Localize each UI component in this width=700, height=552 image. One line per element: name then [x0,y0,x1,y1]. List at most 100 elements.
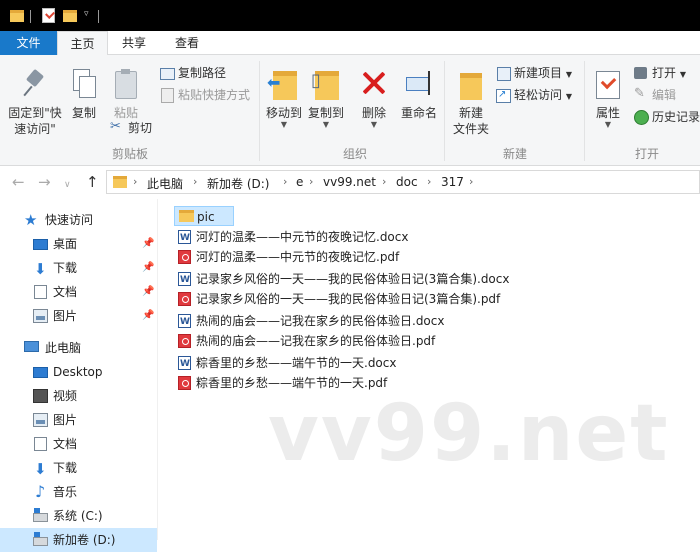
forward-arrow-icon[interactable]: → [38,174,51,190]
sidebar-item-downloads[interactable]: 下载 📌 [0,256,157,281]
file-item-folder[interactable]: pic [174,206,234,226]
copy-button[interactable]: 复制 [68,69,100,121]
breadcrumb-item[interactable]: 317 [441,175,464,189]
properties-button[interactable]: 属性 ▼ [590,69,626,129]
chevron-down-icon: ▼ [370,120,378,129]
breadcrumb-item[interactable]: 新加卷 (D:) [207,175,269,192]
pdf-icon [178,250,191,264]
move-to-button[interactable]: 移动到 ▼ [264,69,304,129]
paste-shortcut-button[interactable]: 粘贴快捷方式 [160,86,250,104]
tab-file[interactable]: 文件 [0,31,57,55]
easy-access-button[interactable]: 轻松访问 ▼ [496,86,572,104]
sidebar-item-quick-access[interactable]: 快速访问 [0,208,157,232]
new-folder-button[interactable]: 新建 文件夹 [450,69,492,137]
rename-icon [404,69,434,99]
breadcrumb-separator[interactable]: › [193,175,197,188]
pin-to-quick-access-button[interactable]: 固定到"快 速访问" [4,69,66,137]
copy-path-icon [160,66,175,80]
word-document-icon [178,312,191,332]
delete-button[interactable]: 删除 ▼ [358,69,390,129]
copy-icon [72,69,96,99]
folder-icon[interactable] [10,10,24,22]
file-name: 河灯的温柔——中元节的夜晚记忆.pdf [196,250,400,264]
edit-button[interactable]: 编辑 [634,85,677,104]
chevron-down-icon: ▼ [679,70,686,79]
navigation-bar: ← → ∨ ↑ › 此电脑 › 新加卷 (D:) › e › vv99.net … [0,166,700,199]
sidebar-item-documents-pc[interactable]: 文档 [0,432,157,456]
sidebar-item-downloads-pc[interactable]: 下载 [0,456,157,481]
pdf-icon [178,376,191,390]
address-bar[interactable]: › 此电脑 › 新加卷 (D:) › e › vv99.net › doc › … [106,170,700,194]
pin-label-1: 固定到"快 [8,106,62,120]
recent-chevron-icon[interactable]: ∨ [64,177,71,193]
breadcrumb-separator[interactable]: › [283,175,287,188]
history-label: 历史记录 [652,110,700,124]
rename-button[interactable]: 重命名 [398,69,440,121]
breadcrumb-item[interactable]: e [296,175,303,189]
edit-label: 编辑 [652,88,677,102]
breadcrumb-item[interactable]: 此电脑 [147,175,183,192]
pin-icon[interactable]: 📌 [142,304,154,328]
sidebar-item-videos[interactable]: 视频 [0,384,157,408]
new-folder-quick-icon[interactable] [63,10,77,22]
breadcrumb-item[interactable]: vv99.net [323,175,376,189]
sidebar-item-pictures-pc[interactable]: 图片 [0,408,157,432]
up-arrow-icon[interactable]: ↑ [86,174,99,190]
breadcrumb-separator[interactable]: › [427,175,431,188]
pin-icon[interactable]: 📌 [142,280,154,304]
sidebar-item-label: 下载 [53,261,78,275]
tab-share[interactable]: 共享 [112,31,156,55]
copy-to-button[interactable]: 复制到 ▼ [306,69,346,129]
chevron-down-icon[interactable]: ▿ [84,9,89,25]
pin-icon [22,69,48,99]
file-name: pic [197,210,215,224]
sidebar-item-music[interactable]: 音乐 [0,480,157,504]
paste-shortcut-icon [160,88,174,103]
cut-button[interactable]: 剪切 [110,118,152,137]
copy-path-button[interactable]: 复制路径 [160,64,226,82]
pin-icon[interactable]: 📌 [142,232,154,256]
sidebar-item-label: 音乐 [53,485,78,499]
history-icon [634,110,649,125]
paste-button[interactable]: 粘贴 [108,69,144,121]
toolbar-separator [98,10,99,23]
new-item-label: 新建项目 [514,66,563,80]
pdf-icon [178,334,191,348]
group-separator [584,61,585,161]
open-icon [634,66,648,80]
open-button[interactable]: 打开 ▼ [634,64,686,82]
sidebar-item-documents[interactable]: 文档 📌 [0,280,157,304]
properties-quick-icon[interactable] [42,8,55,23]
breadcrumb-separator[interactable]: › [382,175,386,188]
new-item-button[interactable]: 新建项目 ▼ [496,64,572,82]
music-icon [33,480,48,504]
breadcrumb-item[interactable]: doc [396,175,418,189]
copy-label: 复制 [71,106,96,120]
history-button[interactable]: 历史记录 [634,108,700,126]
pin-icon[interactable]: 📌 [142,256,154,280]
sidebar-item-label: 图片 [53,309,78,323]
sidebar-item-drive-d[interactable]: 新加卷 (D:) [0,528,157,552]
rename-label: 重命名 [400,106,437,120]
file-list: pic 河灯的温柔——中元节的夜晚记忆.docx 河灯的温柔——中元节的夜晚记忆… [158,199,700,540]
sidebar-item-drive-c[interactable]: 系统 (C:) [0,504,157,528]
sidebar-item-pictures[interactable]: 图片 📌 [0,304,157,328]
file-name: 粽香里的乡愁——端午节的一天.docx [196,356,397,370]
group-label-new: 新建 [502,147,527,161]
file-name: 记录家乡风俗的一天——我的民俗体验日记(3篇合集).docx [196,272,510,286]
tab-home[interactable]: 主页 [57,31,108,56]
chevron-down-icon: ▼ [565,70,572,79]
group-separator [259,61,260,161]
properties-icon [595,69,621,99]
sidebar-item-desktop-pc[interactable]: Desktop [0,360,157,384]
file-name: 热闹的庙会——记我在家乡的民俗体验日.pdf [196,334,436,348]
back-arrow-icon[interactable]: ← [12,174,25,190]
sidebar-item-this-pc[interactable]: 此电脑 [0,336,157,360]
breadcrumb-separator[interactable]: › [309,175,313,188]
sidebar-item-label: 视频 [53,389,78,403]
sidebar-item-label: 文档 [53,285,78,299]
tab-view[interactable]: 查看 [164,31,210,55]
breadcrumb-separator[interactable]: › [469,175,473,188]
breadcrumb-separator[interactable]: › [133,175,137,188]
sidebar-item-desktop[interactable]: 桌面 📌 [0,232,157,256]
